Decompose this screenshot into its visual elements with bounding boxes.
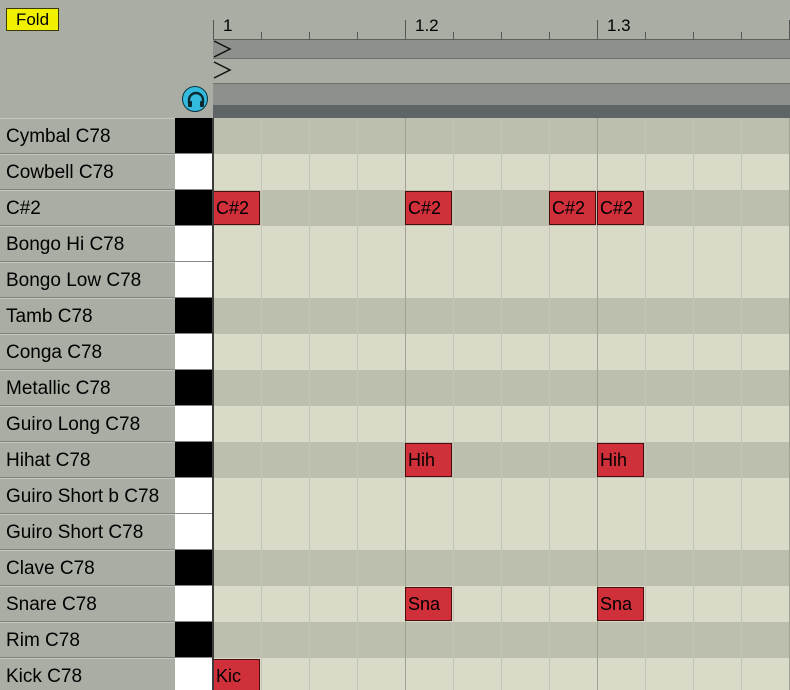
fold-button[interactable]: Fold (6, 8, 59, 31)
lane-label[interactable]: Conga C78 (0, 334, 175, 370)
piano-key[interactable] (175, 262, 213, 298)
ruler-label: 1.3 (607, 16, 631, 35)
ruler-bar-tick (597, 20, 598, 39)
lane-label[interactable]: Snare C78 (0, 586, 175, 622)
piano-key[interactable] (175, 658, 213, 690)
ruler-beat-tick (309, 32, 310, 39)
grid-line (645, 118, 646, 690)
ruler-beat-tick (357, 32, 358, 39)
midi-note[interactable]: C#2 (213, 191, 260, 225)
ruler-label: 1 (223, 16, 233, 35)
lane-label[interactable]: Rim C78 (0, 622, 175, 658)
header: Fold 1 1.2 1.3 (0, 0, 790, 118)
ruler-beat-tick (741, 32, 742, 39)
piano-key[interactable] (175, 370, 213, 406)
grid-border (212, 118, 214, 690)
loop-brace[interactable] (213, 39, 790, 59)
ruler-bar-tick (213, 20, 214, 39)
start-marker-icon[interactable] (213, 40, 233, 60)
piano-key[interactable] (175, 550, 213, 586)
lane-label[interactable]: Cowbell C78 (0, 154, 175, 190)
grid-line (501, 118, 502, 690)
piano-key[interactable] (175, 298, 213, 334)
grid-line (741, 118, 742, 690)
lane-label[interactable]: Guiro Short b C78 (0, 478, 175, 514)
grid-line (261, 118, 262, 690)
piano-key[interactable] (175, 514, 213, 550)
start-end-lane[interactable] (213, 83, 790, 105)
midi-note[interactable]: Sna (597, 587, 644, 621)
lane-label[interactable]: Clave C78 (0, 550, 175, 586)
lane-label[interactable]: Bongo Low C78 (0, 262, 175, 298)
piano-key[interactable] (175, 622, 213, 658)
marker-lane (213, 60, 790, 82)
lane-label[interactable]: C#2 (0, 190, 175, 226)
note-grid[interactable]: C#2 C#2 C#2 C#2 Hih Hih Sna Sna Kic (213, 118, 790, 690)
piano-key[interactable] (175, 478, 213, 514)
headphones-icon[interactable] (182, 86, 208, 112)
ruler-beat-tick (261, 32, 262, 39)
lane-label[interactable]: Hihat C78 (0, 442, 175, 478)
grid-line (453, 118, 454, 690)
piano-key[interactable] (175, 334, 213, 370)
grid-line (357, 118, 358, 690)
grid-line (693, 118, 694, 690)
ruler-label: 1.2 (415, 16, 439, 35)
ruler-beat-tick (693, 32, 694, 39)
midi-note[interactable]: Hih (597, 443, 644, 477)
midi-note[interactable]: Kic (213, 659, 260, 690)
loop-marker-icon[interactable] (213, 61, 233, 81)
ruler-beat-tick (501, 32, 502, 39)
grid-line (309, 118, 310, 690)
midi-note[interactable]: C#2 (405, 191, 452, 225)
piano-key[interactable] (175, 118, 213, 154)
ruler-beat-tick (453, 32, 454, 39)
midi-note[interactable]: Sna (405, 587, 452, 621)
lane-label[interactable]: Kick C78 (0, 658, 175, 690)
lane-label[interactable]: Guiro Long C78 (0, 406, 175, 442)
lane-label[interactable]: Tamb C78 (0, 298, 175, 334)
midi-note[interactable]: C#2 (597, 191, 644, 225)
ruler-beat-tick (549, 32, 550, 39)
piano-key[interactable] (175, 190, 213, 226)
lane-label[interactable]: Guiro Short C78 (0, 514, 175, 550)
midi-note[interactable]: C#2 (549, 191, 596, 225)
piano-key[interactable] (175, 586, 213, 622)
piano-key[interactable] (175, 442, 213, 478)
ruler-edge (213, 105, 790, 118)
midi-note[interactable]: Hih (405, 443, 452, 477)
ruler-bar-tick (405, 20, 406, 39)
lane-label[interactable]: Cymbal C78 (0, 118, 175, 154)
piano-key[interactable] (175, 226, 213, 262)
timeline-ruler[interactable]: 1 1.2 1.3 (213, 0, 790, 118)
lane-label[interactable]: Metallic C78 (0, 370, 175, 406)
ruler-beat-tick (645, 32, 646, 39)
lane-label[interactable]: Bongo Hi C78 (0, 226, 175, 262)
piano-key[interactable] (175, 406, 213, 442)
piano-key[interactable] (175, 154, 213, 190)
